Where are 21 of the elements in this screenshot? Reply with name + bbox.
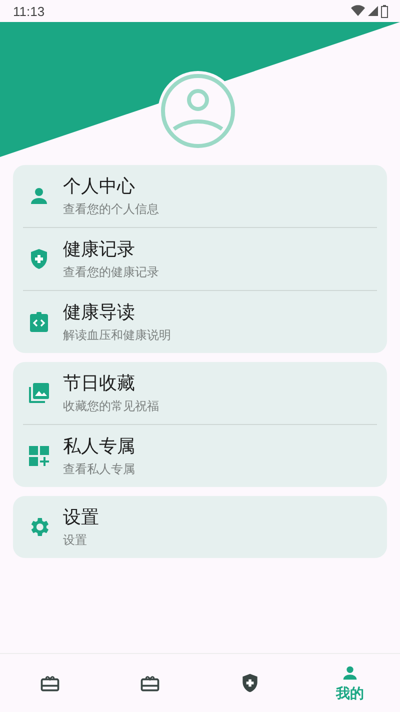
photos-icon: [27, 381, 51, 405]
wifi-icon: [351, 5, 365, 17]
menu-item-subtitle: 解读血压和健康说明: [63, 327, 171, 344]
avatar-icon: [158, 71, 238, 151]
menu-item-title[interactable]: 私人专属: [63, 434, 135, 458]
menu-item-title[interactable]: 个人中心: [63, 174, 159, 198]
clipboard-code-icon: [27, 310, 51, 334]
menu-item-title[interactable]: 健康导读: [63, 300, 171, 324]
nav-tab-label: 我的: [336, 685, 364, 703]
menu-item-subtitle: 收藏您的常见祝福: [63, 398, 159, 415]
menu-item-subtitle: 设置: [63, 532, 88, 549]
menu-item-title[interactable]: 设置: [63, 505, 99, 529]
status-time: 11:13: [13, 4, 45, 18]
battery-icon: [381, 4, 388, 18]
menu-item-title[interactable]: 节日收藏: [63, 371, 159, 395]
menu-item-title[interactable]: 健康记录: [63, 237, 159, 261]
menu-item-subtitle: 查看您的个人信息: [63, 201, 159, 218]
widgets-add-icon: [27, 444, 51, 468]
menu-item-subtitle: 查看您的健康记录: [63, 264, 159, 281]
menu-item-subtitle: 查看私人专属: [63, 461, 135, 478]
signal-icon: [368, 6, 378, 16]
